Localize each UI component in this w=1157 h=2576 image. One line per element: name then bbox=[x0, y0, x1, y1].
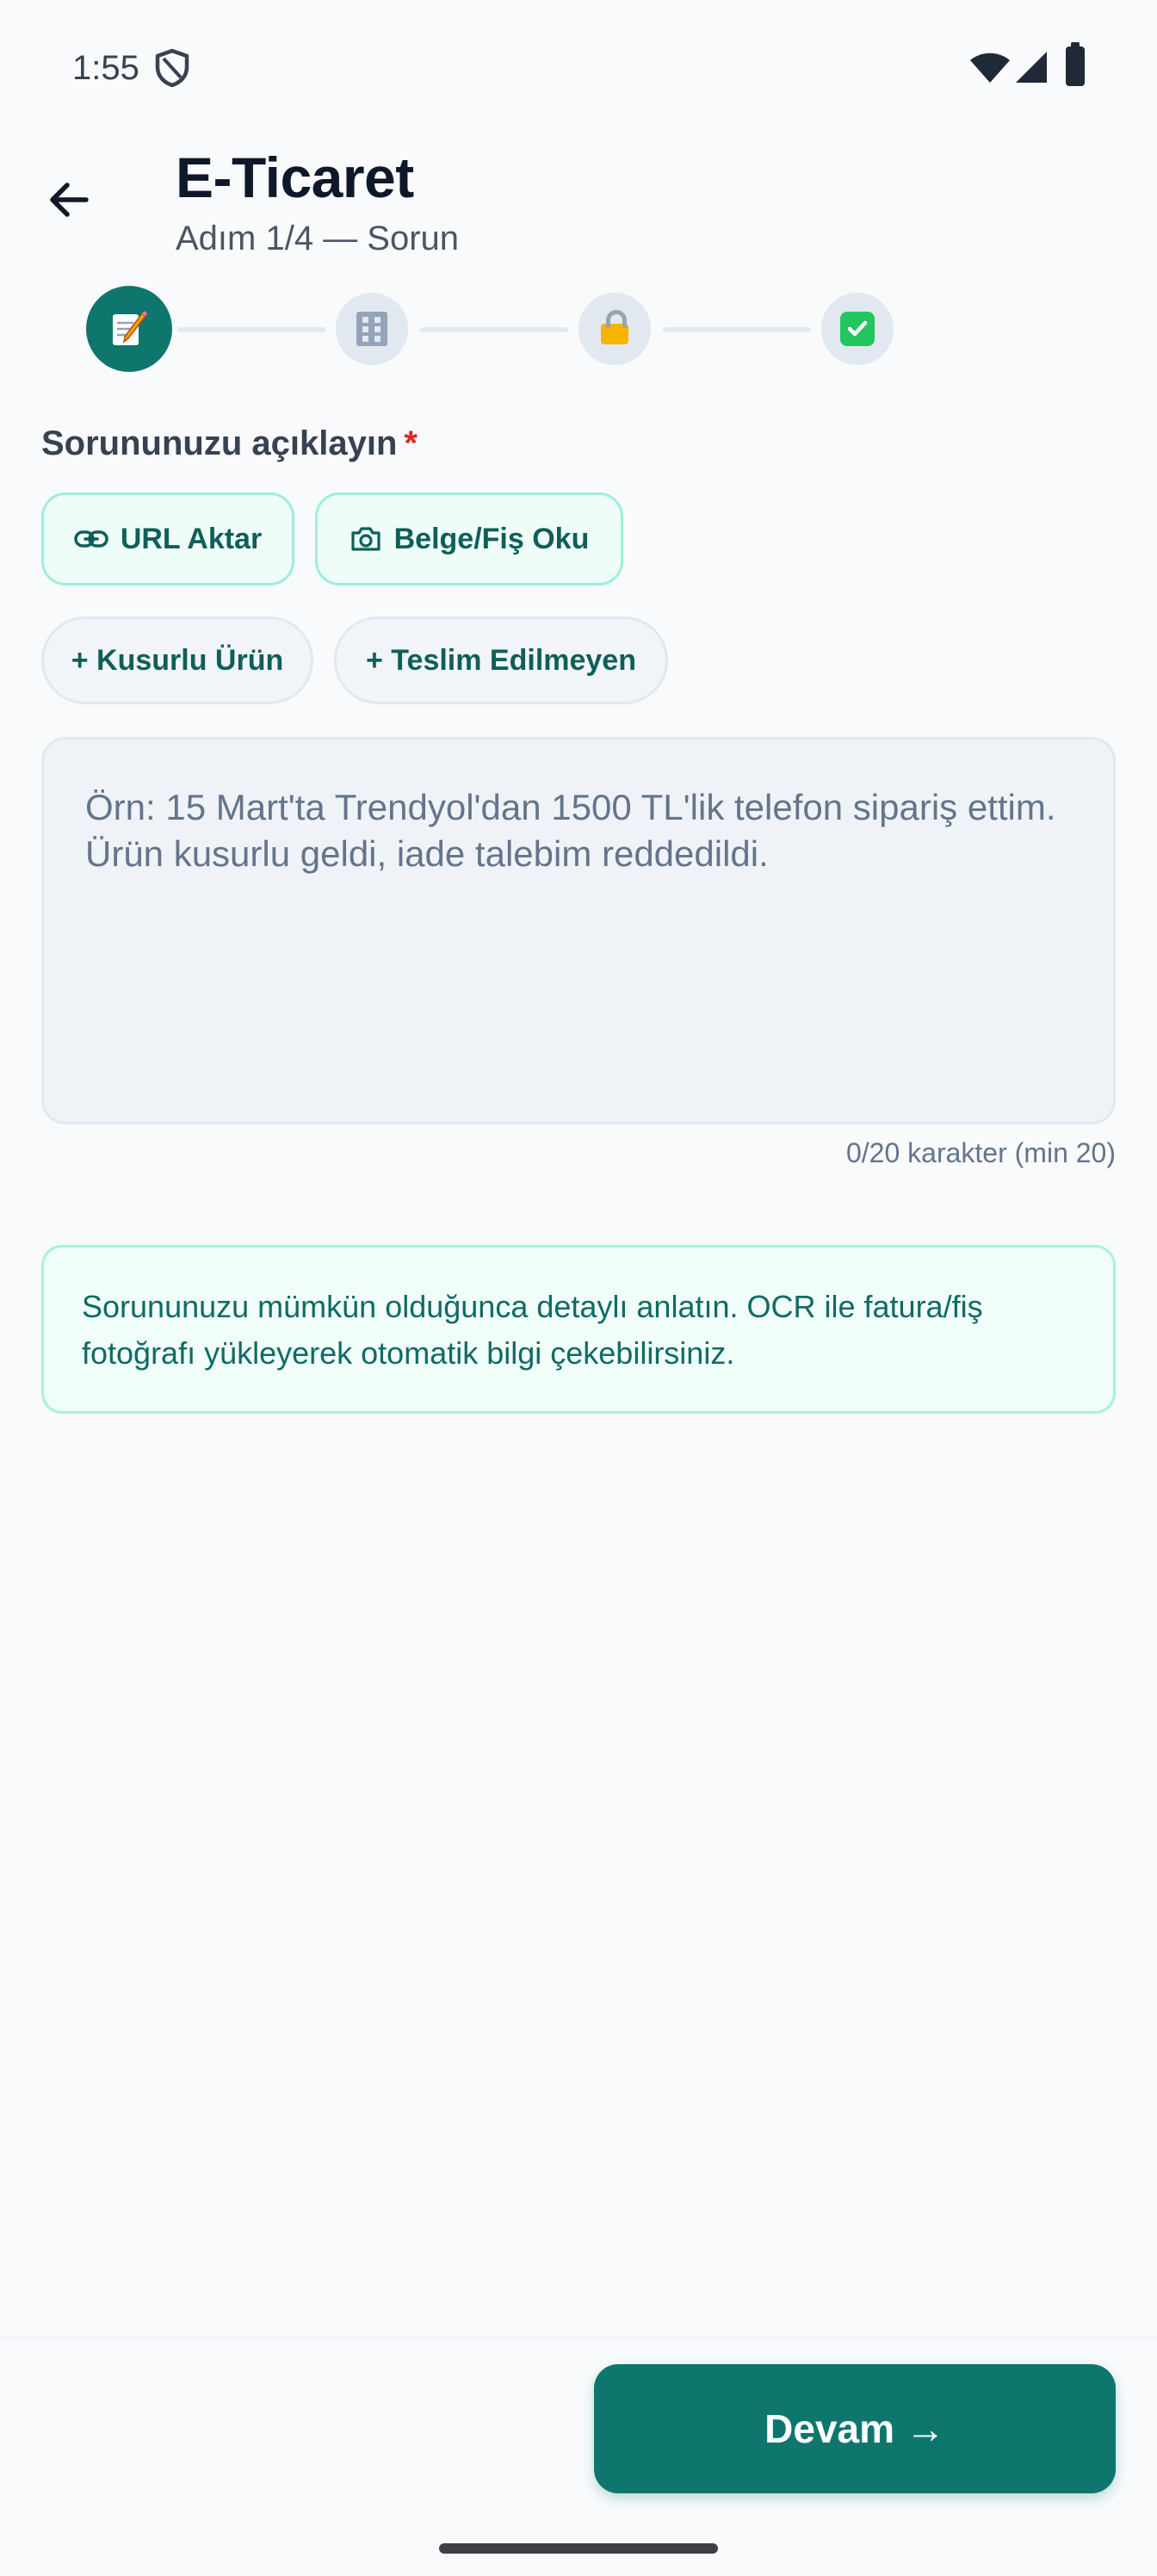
info-hint-box: Sorununuzu mümkün olduğunca detaylı anla… bbox=[41, 1245, 1116, 1414]
step-3-privacy bbox=[578, 293, 651, 365]
memo-pencil-icon bbox=[113, 311, 147, 345]
step-4-confirm bbox=[821, 293, 894, 365]
template-undelivered-chip[interactable]: + Teslim Edilmeyen bbox=[334, 616, 668, 704]
bottom-bar-divider bbox=[0, 2337, 1157, 2338]
camera-icon bbox=[351, 527, 381, 551]
link-icon bbox=[74, 530, 108, 548]
wifi-icon bbox=[970, 53, 1010, 83]
required-mark: * bbox=[404, 424, 418, 462]
problem-description-textarea[interactable]: Örn: 15 Mart'ta Trendyol'dan 1500 TL'lik… bbox=[41, 737, 1116, 1124]
continue-button[interactable]: Devam → bbox=[594, 2364, 1116, 2493]
stepper-connector bbox=[420, 327, 568, 332]
home-indicator[interactable] bbox=[439, 2543, 718, 2554]
template-defective-product-chip[interactable]: + Kusurlu Ürün bbox=[41, 616, 313, 704]
textarea-placeholder: Örn: 15 Mart'ta Trendyol'dan 1500 TL'lik… bbox=[85, 787, 1056, 874]
page-title: E-Ticaret bbox=[176, 146, 414, 209]
status-time: 1:55 bbox=[72, 49, 139, 87]
step-subtitle: Adım 1/4 — Sorun bbox=[176, 220, 460, 257]
info-hint-text: Sorununuzu mümkün olduğunca detaylı anla… bbox=[82, 1289, 983, 1371]
problem-description-label: Sorununuzu açıklayın * bbox=[41, 422, 418, 465]
template-undelivered-label: + Teslim Edilmeyen bbox=[365, 643, 636, 677]
back-arrow-icon[interactable] bbox=[41, 172, 96, 227]
url-import-label: URL Aktar bbox=[120, 522, 263, 555]
check-mark-button-icon bbox=[840, 312, 875, 346]
url-import-button[interactable]: URL Aktar bbox=[41, 492, 294, 585]
field-label-text: Sorununuzu açıklayın bbox=[41, 424, 398, 462]
character-counter: 0/20 karakter (min 20) bbox=[845, 1137, 1116, 1168]
shield-icon bbox=[155, 48, 189, 88]
stepper-connector bbox=[663, 327, 811, 332]
lock-icon bbox=[601, 310, 628, 344]
template-defective-label: + Kusurlu Ürün bbox=[71, 643, 284, 677]
office-building-icon bbox=[356, 312, 387, 346]
battery-icon bbox=[1066, 42, 1085, 86]
step-2-company bbox=[336, 293, 408, 365]
cell-signal-icon bbox=[1016, 52, 1047, 83]
stepper-connector bbox=[177, 327, 325, 332]
step-1-problem bbox=[86, 286, 172, 372]
document-scan-label: Belge/Fiş Oku bbox=[393, 522, 590, 555]
document-scan-button[interactable]: Belge/Fiş Oku bbox=[315, 492, 623, 585]
